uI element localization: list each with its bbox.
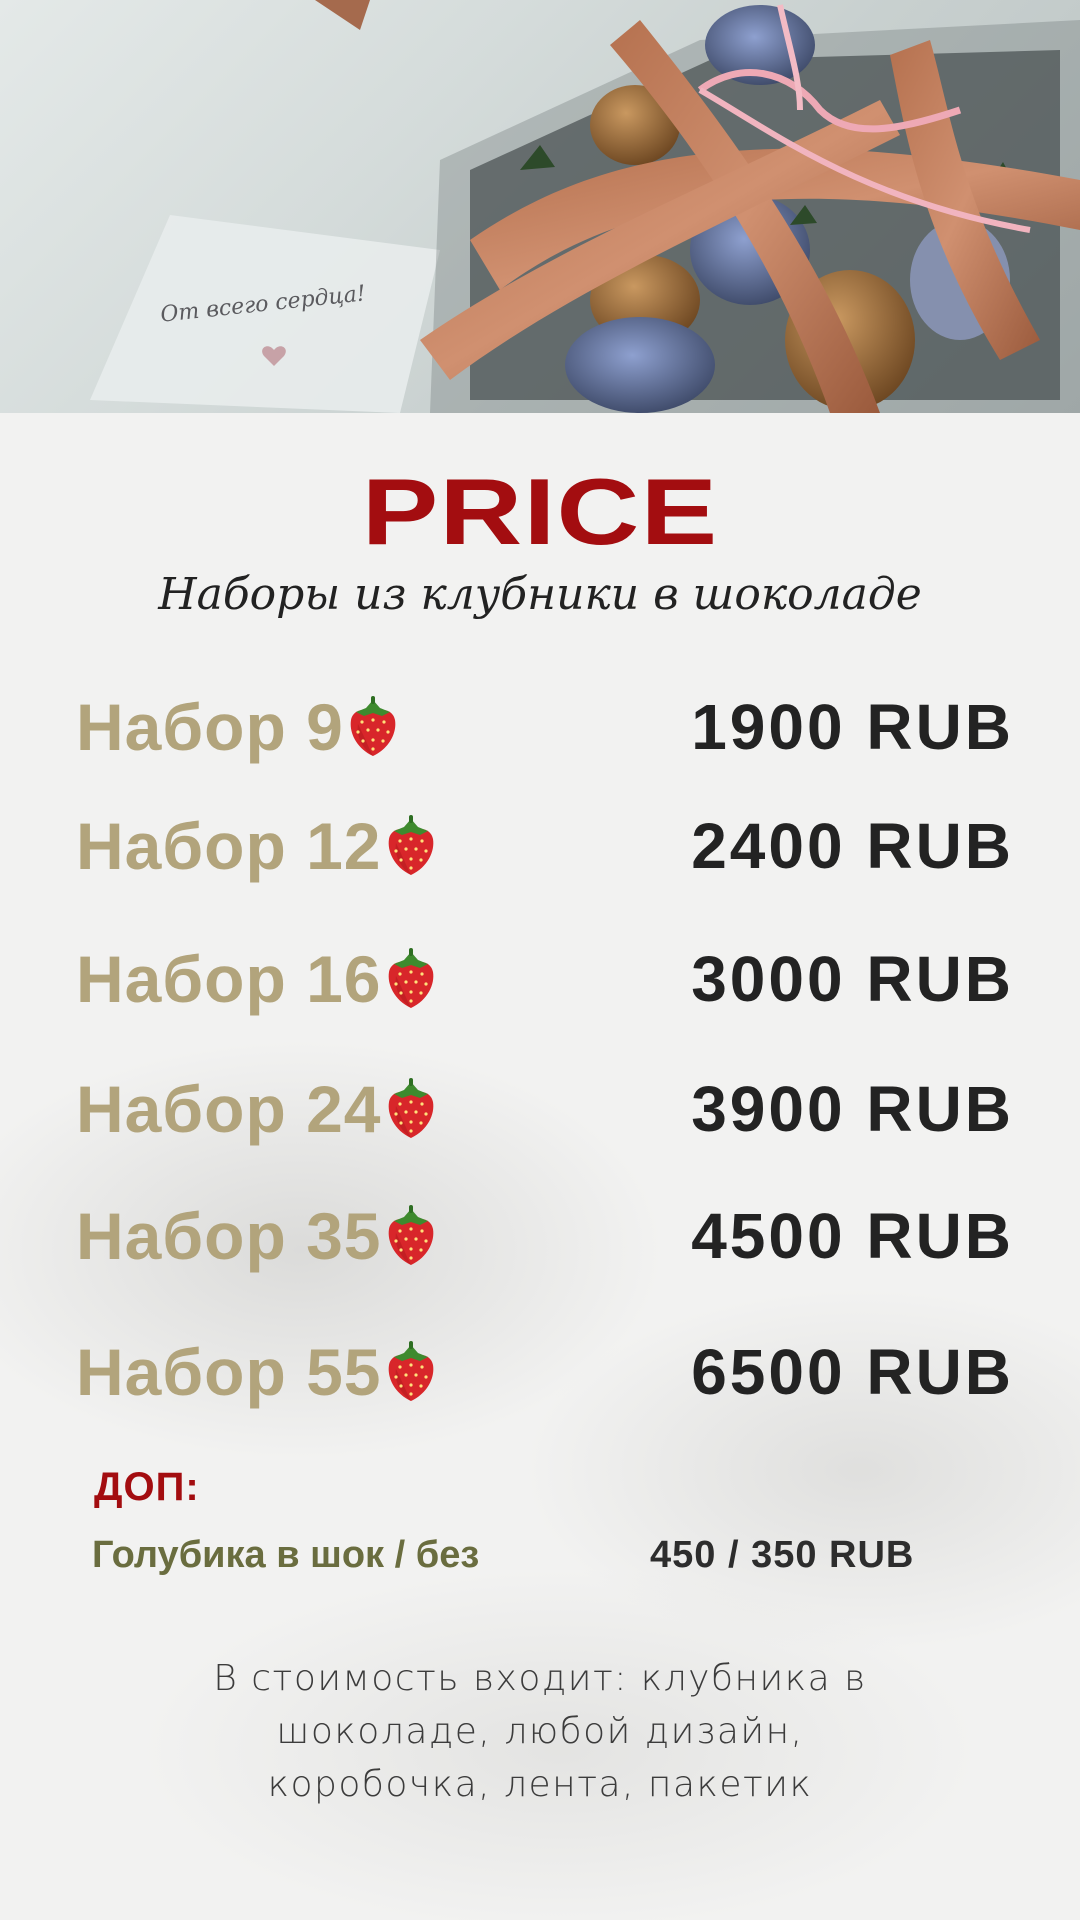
set-price: 4500 RUB xyxy=(691,1200,1014,1272)
price-row: Набор 12 2400 RUB xyxy=(0,806,1080,886)
set-name: Набор 12 xyxy=(76,806,438,886)
set-name: Набор 24 xyxy=(76,1069,438,1149)
price-list-page: От всего сердца! PRICE Наборы из клубник… xyxy=(0,0,1080,1920)
set-name: Набор 35 xyxy=(76,1196,438,1276)
price-row: Набор 16 3000 RUB xyxy=(0,939,1080,1019)
set-price: 2400 RUB xyxy=(691,810,1014,882)
note-line: В стоимость входит: клубника в xyxy=(213,1658,867,1699)
set-price: 1900 RUB xyxy=(691,691,1014,763)
set-name: Набор 9 xyxy=(76,687,400,767)
extras-heading: ДОП: xyxy=(94,1465,200,1509)
strawberry-icon xyxy=(388,1078,433,1138)
set-name: Набор 55 xyxy=(76,1332,438,1412)
header-photo: От всего сердца! xyxy=(0,0,1080,413)
note-line: шоколаде, любой дизайн, xyxy=(276,1711,804,1752)
strawberry-icon xyxy=(388,948,433,1008)
strawberry-icon xyxy=(388,1205,433,1265)
page-subtitle: Наборы из клубники в шоколаде xyxy=(158,569,922,620)
strawberry-icon xyxy=(388,1341,433,1401)
page-title: PRICE xyxy=(361,459,719,564)
gift-box-illustration xyxy=(90,0,1080,413)
set-name: Набор 16 xyxy=(76,939,438,1019)
set-price: 3000 RUB xyxy=(691,943,1014,1015)
extra-item-name: Голубика в шок / без xyxy=(92,1534,480,1576)
included-note: В стоимость входит: клубника в шоколаде,… xyxy=(140,1652,940,1811)
set-price: 3900 RUB xyxy=(691,1073,1014,1145)
strawberry-icon xyxy=(388,815,433,875)
note-line: коробочка, лента, пакетик xyxy=(267,1764,813,1805)
extra-item-price: 450 / 350 RUB xyxy=(650,1534,915,1576)
price-row: Набор 9 1900 RUB xyxy=(0,687,1080,767)
price-row: Набор 24 3900 RUB xyxy=(0,1069,1080,1149)
price-row: Набор 35 4500 RUB xyxy=(0,1196,1080,1276)
price-row: Набор 55 6500 RUB xyxy=(0,1332,1080,1412)
strawberry-icon xyxy=(350,696,396,756)
set-price: 6500 RUB xyxy=(691,1336,1014,1408)
